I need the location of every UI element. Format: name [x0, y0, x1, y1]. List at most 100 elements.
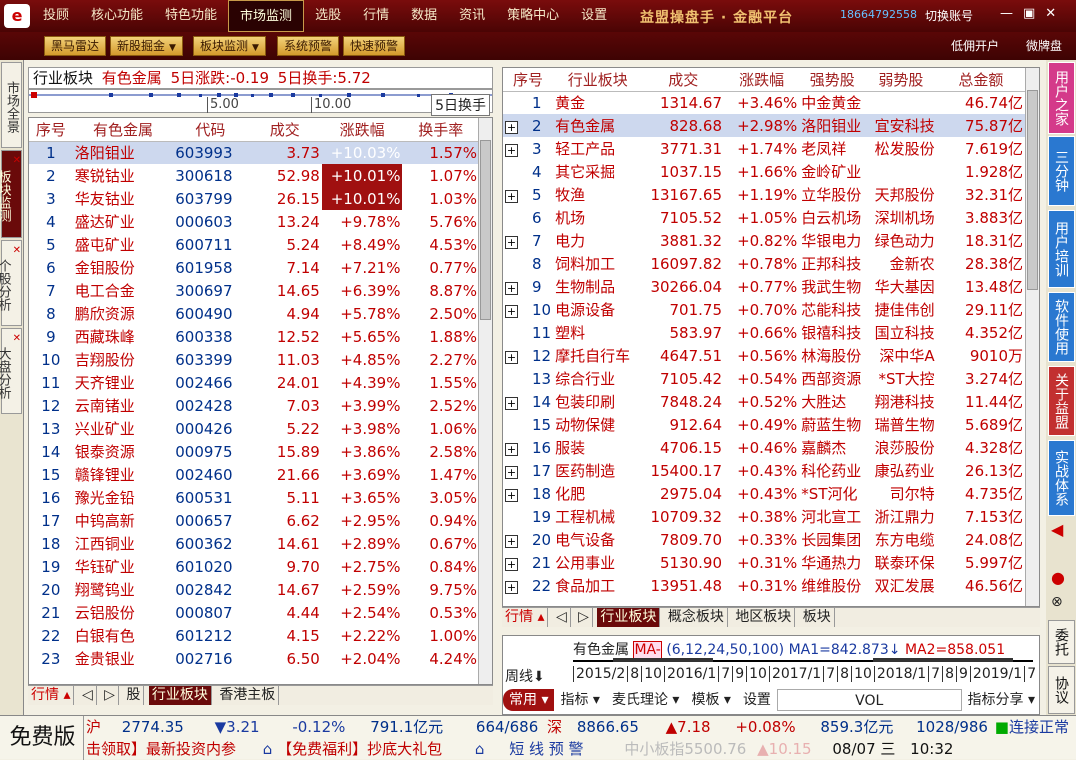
- table-row[interactable]: +9 生物制品 30266.04 +0.77% 我武生物 华大基因 13.48亿: [503, 275, 1025, 298]
- next-tab-arrow-icon[interactable]: ▷: [575, 608, 593, 627]
- column-header[interactable]: 换手率: [402, 118, 479, 142]
- tab-quote[interactable]: 行情 ▴: [502, 608, 549, 627]
- table-row[interactable]: 11 天齐锂业 002466 24.01 +4.39% 1.55%: [29, 371, 479, 394]
- sidebar-link-button[interactable]: 三分钟: [1048, 136, 1075, 206]
- megaphone-icon[interactable]: ◀: [1051, 520, 1063, 539]
- table-row[interactable]: 18 江西铜业 600362 14.61 +2.89% 0.67%: [29, 532, 479, 555]
- expand-plus-icon[interactable]: +: [505, 442, 518, 456]
- expand-plus-icon[interactable]: +: [505, 235, 518, 249]
- scrollbar-thumb[interactable]: [1027, 90, 1038, 290]
- table-row[interactable]: +12 摩托自行车 4647.51 +0.56% 林海股份 深中华A 9010万: [503, 344, 1025, 367]
- person-icon[interactable]: ●: [1051, 568, 1065, 587]
- table-row[interactable]: 19 工程机械 10709.32 +0.38% 河北宣工 浙江鼎力 7.153亿: [503, 505, 1025, 528]
- chevron-down-icon[interactable]: ▼: [252, 39, 259, 57]
- tab-stock-analysis[interactable]: ✕ 个股分析: [0, 240, 22, 326]
- toolbar-button[interactable]: 新股掘金 ▼: [110, 36, 183, 56]
- toolbar-button[interactable]: 板块监测 ▼: [193, 36, 266, 56]
- next-tab-arrow-icon[interactable]: ▷: [101, 686, 119, 705]
- expand-plus-icon[interactable]: +: [505, 143, 518, 157]
- table-row[interactable]: +16 服装 4706.15 +0.46% 嘉麟杰 浪莎股份 4.328亿: [503, 436, 1025, 459]
- kline-toolbar-button[interactable]: 常用 ▾: [503, 689, 555, 711]
- toolbar-button[interactable]: 黑马雷达: [44, 36, 107, 56]
- table-row[interactable]: 8 饲料加工 16097.82 +0.78% 正邦科技 金新农 28.38亿: [503, 252, 1025, 275]
- sidebar-link-button[interactable]: 软件使用: [1048, 292, 1075, 362]
- tab-market-overview[interactable]: 市场全景: [1, 62, 22, 148]
- table-row[interactable]: 23 金贵银业 002716 6.50 +2.04% 4.24%: [29, 647, 479, 670]
- table-row[interactable]: 4 其它采掘 1037.15 +1.66% 金岭矿业 1.928亿: [503, 160, 1025, 183]
- table-row[interactable]: 19 华钰矿业 601020 9.70 +2.75% 0.84%: [29, 555, 479, 578]
- sidebar-link-button[interactable]: 实战体系: [1048, 440, 1075, 516]
- table-row[interactable]: 14 银泰资源 000975 15.89 +3.86% 2.58%: [29, 440, 479, 463]
- close-icon[interactable]: ✕: [13, 245, 21, 256]
- menu-item[interactable]: 选股: [304, 0, 352, 32]
- prev-tab-arrow-icon[interactable]: ◁: [79, 686, 97, 705]
- close-icon[interactable]: ✕: [1045, 6, 1056, 21]
- maximize-icon[interactable]: ▣: [1023, 6, 1035, 21]
- table-row[interactable]: 15 动物保健 912.64 +0.49% 蔚蓝生物 瑞普生物 5.689亿: [503, 413, 1025, 436]
- turnover-timeline[interactable]: 5.00 10.00 5日换手: [28, 89, 493, 116]
- column-header[interactable]: 行业板块: [553, 68, 643, 92]
- table-row[interactable]: 7 电工合金 300697 14.65 +6.39% 8.87%: [29, 279, 479, 302]
- table-row[interactable]: 20 翔鹭钨业 002842 14.67 +2.59% 9.75%: [29, 578, 479, 601]
- sidebar-link-button[interactable]: 用户之家: [1048, 62, 1075, 134]
- menu-item[interactable]: 资讯: [448, 0, 496, 32]
- table-row[interactable]: 11 塑料 583.97 +0.66% 银禧科技 国立科技 4.352亿: [503, 321, 1025, 344]
- tab-hk-main[interactable]: 香港主板: [216, 686, 280, 705]
- low-commission-link[interactable]: 低佣开户: [951, 37, 999, 54]
- column-header[interactable]: 成交: [247, 118, 322, 142]
- table-row[interactable]: +20 电气设备 7809.70 +0.33% 长园集团 东方电缆 24.08亿: [503, 528, 1025, 551]
- table-row[interactable]: 13 兴业矿业 000426 5.22 +3.98% 1.06%: [29, 417, 479, 440]
- kline-toolbar-button[interactable]: 设置: [737, 689, 777, 711]
- expand-plus-icon[interactable]: +: [505, 396, 518, 410]
- timeline-label[interactable]: 5日换手: [431, 94, 490, 116]
- user-phone[interactable]: 18664792558: [840, 8, 917, 21]
- expand-plus-icon[interactable]: +: [505, 281, 518, 295]
- table-row[interactable]: 21 云铝股份 000807 4.44 +2.54% 0.53%: [29, 601, 479, 624]
- tab-sector-more[interactable]: 板块: [800, 608, 835, 627]
- table-row[interactable]: 4 盛达矿业 000603 13.24 +9.78% 5.76%: [29, 210, 479, 233]
- kline-toolbar-button[interactable]: 麦氏理论 ▾: [606, 689, 685, 711]
- news-item[interactable]: 击领取】最新投资内参: [86, 740, 236, 758]
- wechat-link[interactable]: 微牌盘: [1026, 37, 1062, 54]
- table-row[interactable]: +14 包装印刷 7848.24 +0.52% 大胜达 翔港科技 11.44亿: [503, 390, 1025, 413]
- short-term-alert[interactable]: 短 线 预 警: [509, 740, 583, 758]
- column-header[interactable]: 代码: [173, 118, 248, 142]
- table-row[interactable]: 1 黄金 1314.67 +3.46% 中金黄金 46.74亿: [503, 91, 1025, 114]
- expand-plus-icon[interactable]: +: [505, 189, 518, 203]
- home-icon[interactable]: ⌂: [475, 740, 485, 758]
- column-header[interactable]: 弱势股: [865, 68, 937, 92]
- table-row[interactable]: 9 西藏珠峰 600338 12.52 +5.65% 1.88%: [29, 325, 479, 348]
- table-row[interactable]: 17 中钨高新 000657 6.62 +2.95% 0.94%: [29, 509, 479, 532]
- column-header[interactable]: 序号: [503, 68, 554, 92]
- table-row[interactable]: 6 机场 7105.52 +1.05% 白云机场 深圳机场 3.883亿: [503, 206, 1025, 229]
- kline-toolbar-button[interactable]: VOL: [776, 689, 962, 711]
- table-row[interactable]: 5 盛屯矿业 600711 5.24 +8.49% 4.53%: [29, 233, 479, 256]
- column-header[interactable]: 有色金属: [72, 118, 174, 142]
- table-row[interactable]: +21 公用事业 5130.90 +0.31% 华通热力 联泰环保 5.997亿: [503, 551, 1025, 574]
- table-row[interactable]: +17 医药制造 15400.17 +0.43% 科伦药业 康弘药业 26.13亿: [503, 459, 1025, 482]
- table-row[interactable]: 22 白银有色 601212 4.15 +2.22% 1.00%: [29, 624, 479, 647]
- close-icon[interactable]: ✕: [13, 333, 21, 344]
- expand-plus-icon[interactable]: +: [505, 557, 518, 571]
- kline-toolbar-button[interactable]: 模板 ▾: [685, 689, 736, 711]
- tab-industry-sector[interactable]: 行业板块: [597, 608, 661, 627]
- expand-plus-icon[interactable]: +: [505, 580, 518, 594]
- home-icon[interactable]: ⌂: [263, 740, 273, 758]
- tab-stock[interactable]: 股: [123, 686, 145, 705]
- expand-plus-icon[interactable]: +: [505, 488, 518, 502]
- menu-item[interactable]: 核心功能: [80, 0, 154, 32]
- table-row[interactable]: 10 吉翔股份 603399 11.03 +4.85% 2.27%: [29, 348, 479, 371]
- toolbar-button[interactable]: 快速预警: [343, 36, 406, 56]
- close-icon[interactable]: ✕: [13, 155, 21, 166]
- expand-plus-icon[interactable]: +: [505, 120, 518, 134]
- kline-toolbar-button[interactable]: 指标分享 ▾: [962, 689, 1041, 711]
- table-row[interactable]: +2 有色金属 828.68 +2.98% 洛阳钼业 宜安科技 75.87亿: [503, 114, 1025, 137]
- menu-item[interactable]: 特色功能: [154, 0, 228, 32]
- table-row[interactable]: +7 电力 3881.32 +0.82% 华银电力 绿色动力 18.31亿: [503, 229, 1025, 252]
- kline-panel[interactable]: 有色金属 MA- (6,12,24,50,100) MA1=842.873↓ M…: [502, 635, 1040, 715]
- period-selector[interactable]: 周线⬇: [505, 666, 545, 686]
- sidebar-link-button[interactable]: 用户培训: [1048, 210, 1075, 288]
- table-row[interactable]: 15 赣锋锂业 002460 21.66 +3.69% 1.47%: [29, 463, 479, 486]
- tab-index-analysis[interactable]: ✕ 大盘分析: [0, 328, 22, 414]
- table-row[interactable]: 16 豫光金铅 600531 5.11 +3.65% 3.05%: [29, 486, 479, 509]
